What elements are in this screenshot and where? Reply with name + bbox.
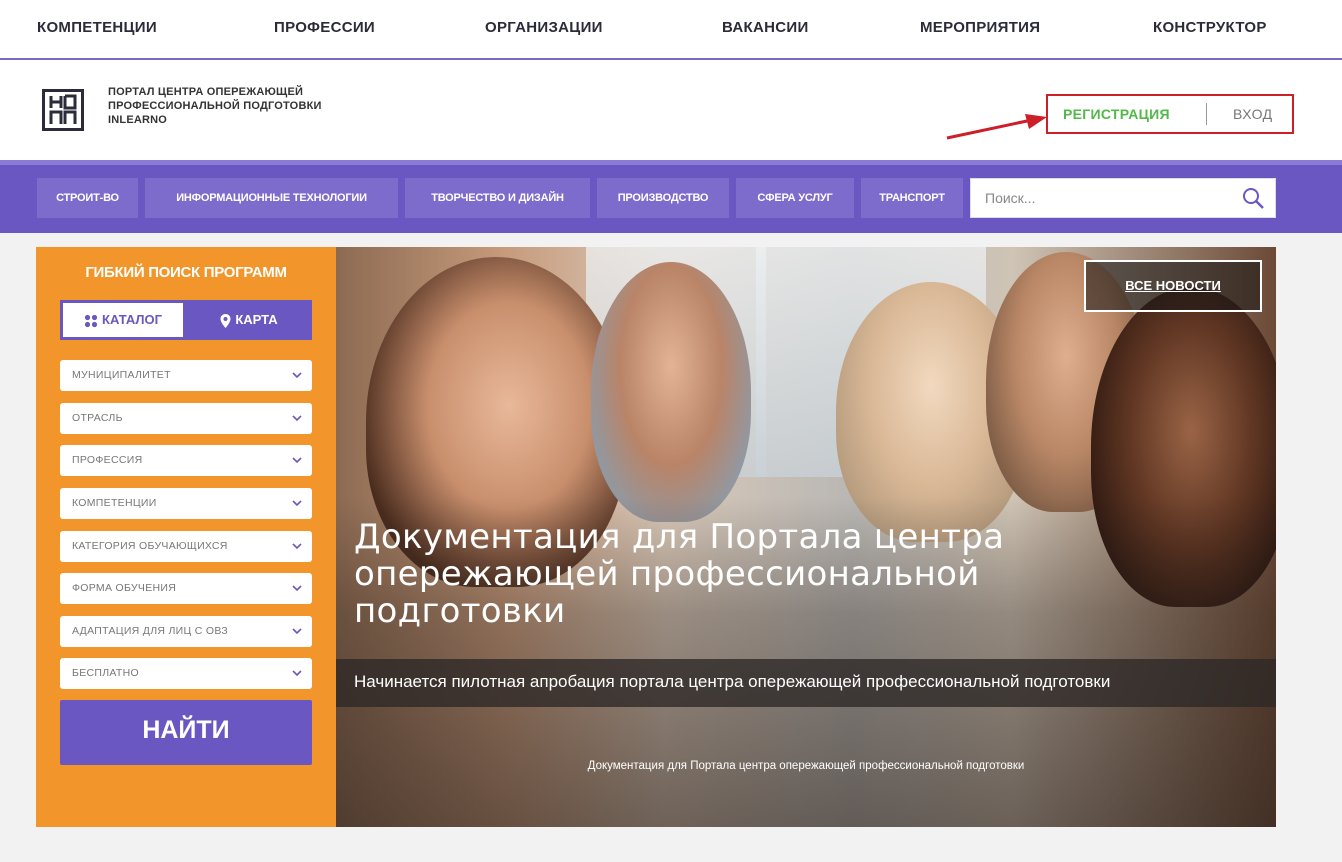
chevron-down-icon (292, 585, 302, 592)
select-label: ОТРАСЛЬ (72, 412, 123, 424)
program-search-panel: ГИБКИЙ ПОИСК ПРОГРАММ КАТАЛОГ КАРТА МУНИ… (36, 247, 336, 827)
site-header: ПОРТАЛ ЦЕНТРА ОПЕРЕЖАЮЩЕЙ ПРОФЕССИОНАЛЬН… (0, 62, 1342, 160)
select-learner-category[interactable]: КАТЕГОРИЯ ОБУЧАЮЩИХСЯ (60, 531, 312, 562)
portal-logo-text[interactable]: ПОРТАЛ ЦЕНТРА ОПЕРЕЖАЮЩЕЙ ПРОФЕССИОНАЛЬН… (108, 85, 322, 127)
view-toggle: КАТАЛОГ КАРТА (60, 300, 312, 340)
register-link[interactable]: РЕГИСТРАЦИЯ (1063, 106, 1170, 122)
category-transport[interactable]: ТРАНСПОРТ (861, 178, 963, 218)
chevron-down-icon (292, 670, 302, 677)
tab-map[interactable]: КАРТА (186, 300, 312, 340)
select-municipality[interactable]: МУНИЦИПАЛИТЕТ (60, 360, 312, 391)
select-label: АДАПТАЦИЯ ДЛЯ ЛИЦ С ОВЗ (72, 625, 228, 637)
red-arrow-icon (946, 114, 1047, 140)
hero-footer-caption: Документация для Портала центра опережаю… (587, 760, 1025, 772)
select-label: БЕСПЛАТНО (72, 667, 139, 679)
logo-line-3: INLEARNO (108, 114, 168, 126)
hero-subtitle: Начинается пилотная апробация портала це… (354, 672, 1111, 691)
logo-line-2: ПРОФЕССИОНАЛЬНОЙ ПОДГОТОВКИ (108, 100, 322, 112)
nav-vacancies[interactable]: ВАКАНСИИ (722, 19, 809, 36)
hero-photo-person (591, 262, 751, 522)
select-profession[interactable]: ПРОФЕССИЯ (60, 445, 312, 476)
panel-title: ГИБКИЙ ПОИСК ПРОГРАММ (85, 264, 287, 281)
all-news-button[interactable]: ВСЕ НОВОСТИ (1084, 260, 1262, 312)
auth-divider (1206, 103, 1207, 125)
login-link[interactable]: ВХОД (1233, 106, 1273, 122)
nav-competencies[interactable]: КОМПЕТЕНЦИИ (37, 19, 157, 36)
category-manufacturing[interactable]: ПРОИЗВОДСТВО (597, 178, 729, 218)
auth-highlight-box: РЕГИСТРАЦИЯ ВХОД (1046, 94, 1294, 134)
select-industry[interactable]: ОТРАСЛЬ (60, 403, 312, 434)
category-services[interactable]: СФЕРА УСЛУГ (736, 178, 854, 218)
tab-catalog-label: КАТАЛОГ (102, 312, 162, 327)
grid-icon (84, 314, 98, 327)
find-button[interactable]: НАЙТИ (60, 700, 312, 765)
search-icon[interactable] (1241, 186, 1265, 210)
logo-line-1: ПОРТАЛ ЦЕНТРА ОПЕРЕЖАЮЩЕЙ (108, 86, 304, 98)
category-bar: СТРОИТ-ВО ИНФОРМАЦИОННЫЕ ТЕХНОЛОГИИ ТВОР… (0, 160, 1342, 233)
select-competencies[interactable]: КОМПЕТЕНЦИИ (60, 488, 312, 519)
select-label: ФОРМА ОБУЧЕНИЯ (72, 582, 177, 594)
search-input[interactable] (971, 179, 1231, 217)
nav-organizations[interactable]: ОРГАНИЗАЦИИ (485, 19, 603, 36)
category-construction[interactable]: СТРОИТ-ВО (37, 178, 138, 218)
select-label: МУНИЦИПАЛИТЕТ (72, 369, 171, 381)
top-navigation: КОМПЕТЕНЦИИ ПРОФЕССИИ ОРГАНИЗАЦИИ ВАКАНС… (0, 0, 1342, 60)
map-pin-icon (220, 313, 231, 328)
category-design[interactable]: ТВОРЧЕСТВО И ДИЗАЙН (405, 178, 590, 218)
news-hero[interactable]: ВСЕ НОВОСТИ Документация для Портала цен… (336, 247, 1276, 827)
select-study-form[interactable]: ФОРМА ОБУЧЕНИЯ (60, 573, 312, 604)
chevron-down-icon (292, 543, 302, 550)
nav-constructor[interactable]: КОНСТРУКТОР (1153, 19, 1267, 36)
select-label: КОМПЕТЕНЦИИ (72, 497, 157, 509)
chevron-down-icon (292, 457, 302, 464)
tab-catalog[interactable]: КАТАЛОГ (60, 300, 186, 340)
nav-professions[interactable]: ПРОФЕССИИ (274, 19, 375, 36)
chevron-down-icon (292, 372, 302, 379)
chevron-down-icon (292, 628, 302, 635)
nav-events[interactable]: МЕРОПРИЯТИЯ (920, 19, 1040, 36)
tab-map-label: КАРТА (235, 312, 278, 327)
chevron-down-icon (292, 500, 302, 507)
portal-logo-icon[interactable] (42, 89, 84, 131)
select-label: КАТЕГОРИЯ ОБУЧАЮЩИХСЯ (72, 540, 228, 552)
search-box (970, 178, 1276, 218)
select-label: ПРОФЕССИЯ (72, 454, 143, 466)
select-free[interactable]: БЕСПЛАТНО (60, 658, 312, 689)
hero-title[interactable]: Документация для Портала центра опережаю… (354, 519, 1114, 630)
category-it[interactable]: ИНФОРМАЦИОННЫЕ ТЕХНОЛОГИИ (145, 178, 398, 218)
select-accessibility[interactable]: АДАПТАЦИЯ ДЛЯ ЛИЦ С ОВЗ (60, 616, 312, 647)
chevron-down-icon (292, 415, 302, 422)
